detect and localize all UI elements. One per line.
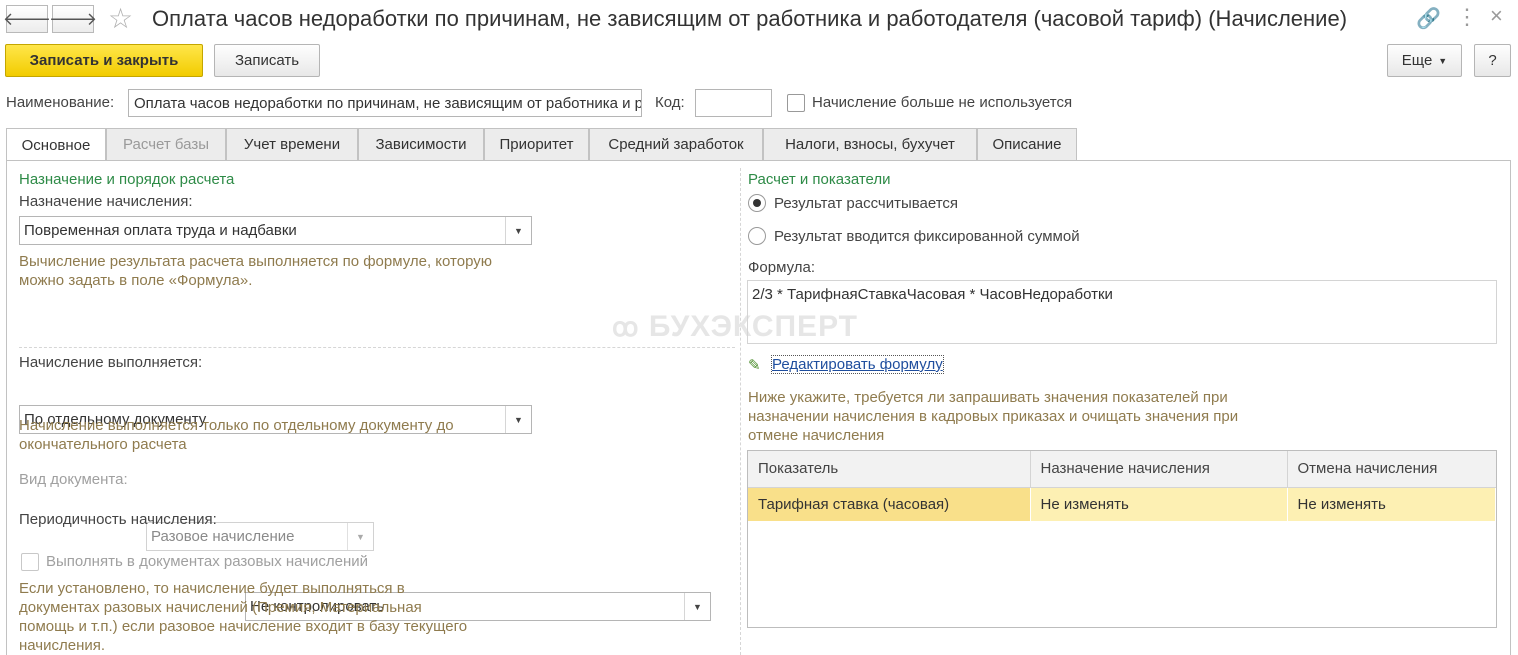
save-and-close-button[interactable]: Записать и закрыть [5,44,203,77]
doc-type-value: Разовое начисление [151,528,295,545]
dropdown-arrow-icon[interactable]: ▼ [505,217,531,244]
radio-calculated-label: Результат рассчитывается [774,195,959,212]
purpose-label: Назначение начисления: [19,193,193,210]
pencil-icon: ✎ [748,357,761,374]
left-section-title: Назначение и порядок расчета [19,171,235,188]
radio-calculated[interactable] [748,194,766,212]
column-header-cancel[interactable]: Отмена начисления [1287,451,1496,488]
column-header-indicator[interactable]: Показатель [748,451,1031,488]
tab-taxes[interactable]: Налоги, взносы, бухучет [763,128,977,160]
indicators-table: Показатель Назначение начисления Отмена … [747,450,1497,628]
code-label: Код: [655,94,685,111]
tab-priority[interactable]: Приоритет [484,128,589,160]
cell-cancel[interactable]: Не изменять [1287,487,1496,521]
table-row[interactable]: Тарифная ставка (часовая) Не изменять Не… [748,487,1496,521]
exec-hint: Начисление выполняется только по отдельн… [19,417,454,453]
more-button[interactable]: Еще ▼ [1387,44,1462,77]
name-field[interactable]: Оплата часов недоработки по причинам, не… [128,89,642,117]
watermark-logo-icon: ꝏ [612,312,640,342]
column-divider [740,168,741,655]
indicators-hint: Ниже укажите, требуется ли запрашивать з… [748,389,1239,444]
left-divider [19,347,735,348]
chevron-down-icon: ▼ [1438,55,1448,66]
dropdown-arrow-icon[interactable]: ▼ [347,523,373,550]
more-label: Еще [1401,52,1433,69]
purpose-hint: Вычисление результата расчета выполняетс… [19,253,493,289]
column-header-assign[interactable]: Назначение начисления [1030,451,1288,488]
tab-base-calc[interactable]: Расчет базы [106,128,226,160]
tab-time-accounting[interactable]: Учет времени [226,128,358,160]
help-button[interactable]: ? [1474,44,1511,77]
onetime-checkbox[interactable] [21,553,39,571]
tab-average-earnings[interactable]: Средний заработок [589,128,763,160]
radio-fixed[interactable] [748,227,766,245]
star-icon[interactable]: ☆ [108,2,133,35]
window-title: Оплата часов недоработки по причинам, не… [152,6,1348,31]
tab-dependencies[interactable]: Зависимости [358,128,484,160]
cell-assign[interactable]: Не изменять [1030,487,1288,521]
period-label: Периодичность начисления: [19,511,217,528]
radio-selected-dot [753,199,761,207]
code-field[interactable] [695,89,772,117]
formula-label: Формула: [748,259,816,276]
tab-main[interactable]: Основное [6,128,106,161]
onetime-hint: Если установлено, то начисление будет вы… [19,580,468,654]
radio-fixed-label: Результат вводится фиксированной суммой [774,228,1080,245]
purpose-value: Повременная оплата труда и надбавки [24,222,297,239]
cell-indicator[interactable]: Тарифная ставка (часовая) [748,487,1031,521]
close-icon[interactable]: × [1490,3,1503,29]
tab-description[interactable]: Описание [977,128,1077,160]
doc-type-label: Вид документа: [19,471,128,488]
onetime-label: Выполнять в документах разовых начислени… [46,553,368,570]
more-vertical-icon[interactable]: ⋮ [1456,4,1478,30]
save-button[interactable]: Записать [214,44,320,77]
forward-button[interactable]: 🡒 [48,5,98,33]
arrow-right-icon: 🡒 [48,8,98,29]
formula-field[interactable]: 2/3 * ТарифнаяСтавкаЧасовая * ЧасовНедор… [747,280,1497,344]
dropdown-arrow-icon[interactable]: ▼ [684,593,710,620]
unused-label: Начисление больше не используется [812,94,1073,111]
back-button[interactable]: 🡐 [2,5,52,33]
edit-formula-link[interactable]: Редактировать формулу [771,355,944,374]
arrow-left-icon: 🡐 [2,8,52,29]
name-label: Наименование: [6,94,115,111]
unused-checkbox[interactable] [787,94,805,112]
link-icon[interactable]: 🔗 [1416,6,1441,31]
purpose-select[interactable]: Повременная оплата труда и надбавки ▼ [19,216,532,245]
exec-label: Начисление выполняется: [19,354,203,371]
right-section-title: Расчет и показатели [748,171,891,188]
